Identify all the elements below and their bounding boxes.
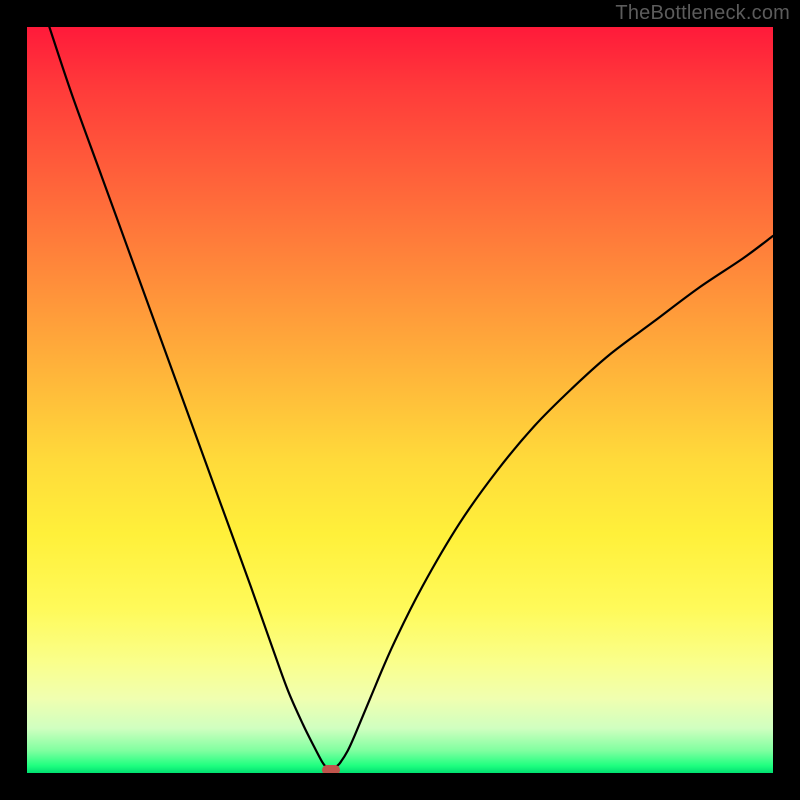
watermark-text: TheBottleneck.com [615, 2, 790, 25]
plot-area [27, 27, 773, 773]
minimum-marker [322, 765, 340, 773]
chart-frame: TheBottleneck.com [0, 0, 800, 800]
gradient-background [27, 27, 773, 773]
